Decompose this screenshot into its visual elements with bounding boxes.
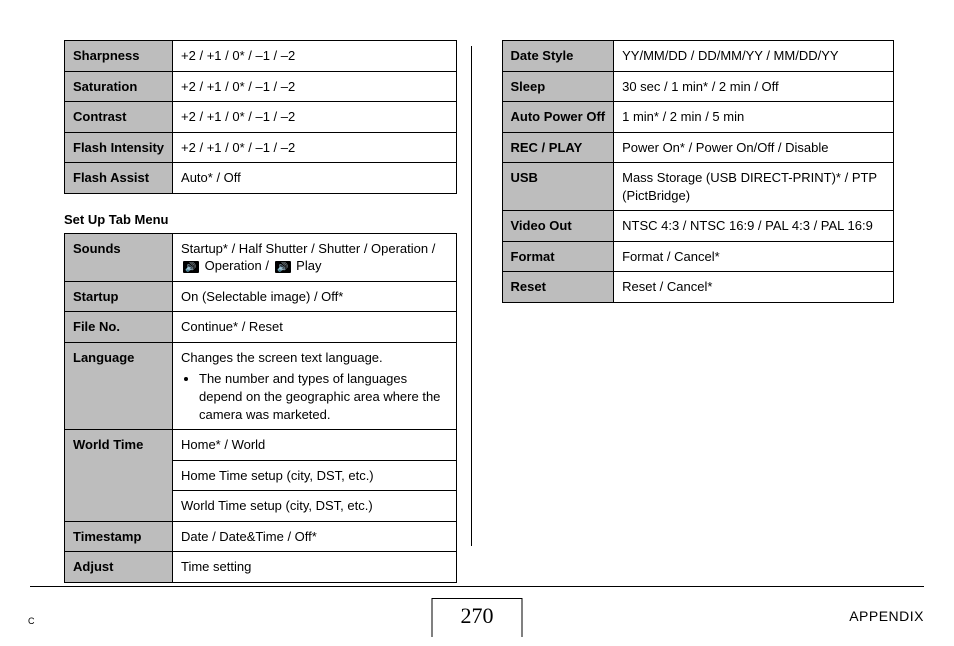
table-row: Contrast +2 / +1 / 0* / –1 / –2 (65, 102, 457, 133)
table-row: Auto Power Off 1 min* / 2 min / 5 min (502, 102, 894, 133)
row-value: On (Selectable image) / Off* (173, 281, 457, 312)
row-label: Language (65, 342, 173, 429)
row-label: Sleep (502, 71, 614, 102)
row-value: Auto* / Off (173, 163, 456, 194)
left-column: Sharpness +2 / +1 / 0* / –1 / –2 Saturat… (30, 40, 471, 580)
row-value: +2 / +1 / 0* / –1 / –2 (173, 41, 456, 72)
setup-tab-table: Sounds Startup* / Half Shutter / Shutter… (64, 233, 457, 583)
row-value: World Time setup (city, DST, etc.) (173, 491, 457, 522)
table-row: World Time Home* / World (65, 430, 457, 461)
row-value: Format / Cancel* (614, 241, 894, 272)
row-label: Auto Power Off (502, 102, 614, 133)
table-row: Saturation +2 / +1 / 0* / –1 / –2 (65, 71, 457, 102)
row-label: Startup (65, 281, 173, 312)
language-note: The number and types of languages depend… (199, 370, 448, 423)
footer-mark: C (28, 616, 35, 626)
image-settings-table: Sharpness +2 / +1 / 0* / –1 / –2 Saturat… (64, 40, 457, 194)
table-row: Reset Reset / Cancel* (502, 272, 894, 303)
row-label: Saturation (65, 71, 173, 102)
row-label: Flash Assist (65, 163, 173, 194)
table-row: File No. Continue* / Reset (65, 312, 457, 343)
page-footer: C 270 APPENDIX (0, 586, 954, 646)
table-row: Date Style YY/MM/DD / DD/MM/YY / MM/DD/Y… (502, 41, 894, 72)
section-name: APPENDIX (849, 608, 924, 624)
row-label: Sharpness (65, 41, 173, 72)
row-value: Home* / World (173, 430, 457, 461)
page: Sharpness +2 / +1 / 0* / –1 / –2 Saturat… (0, 0, 954, 646)
row-label: Reset (502, 272, 614, 303)
row-label: Flash Intensity (65, 132, 173, 163)
table-row: Startup On (Selectable image) / Off* (65, 281, 457, 312)
table-row: Sharpness +2 / +1 / 0* / –1 / –2 (65, 41, 457, 72)
table-row: Language Changes the screen text languag… (65, 342, 457, 429)
row-label: Video Out (502, 211, 614, 242)
row-label: Contrast (65, 102, 173, 133)
speaker-icon: 🔊 (183, 261, 199, 273)
row-label: Adjust (65, 552, 173, 583)
row-label: REC / PLAY (502, 132, 614, 163)
row-value: Changes the screen text language. The nu… (173, 342, 457, 429)
row-value: Mass Storage (USB DIRECT-PRINT)* / PTP (… (614, 163, 894, 211)
table-row: Sounds Startup* / Half Shutter / Shutter… (65, 233, 457, 281)
row-label: Format (502, 241, 614, 272)
row-value: Reset / Cancel* (614, 272, 894, 303)
table-row: Adjust Time setting (65, 552, 457, 583)
table-row: Format Format / Cancel* (502, 241, 894, 272)
row-label: Date Style (502, 41, 614, 72)
table-row: Flash Intensity +2 / +1 / 0* / –1 / –2 (65, 132, 457, 163)
sounds-text-c: Play (293, 258, 322, 273)
language-text: Changes the screen text language. (181, 350, 383, 365)
row-value: Power On* / Power On/Off / Disable (614, 132, 894, 163)
two-column-layout: Sharpness +2 / +1 / 0* / –1 / –2 Saturat… (30, 40, 924, 580)
row-label: USB (502, 163, 614, 211)
table-row: REC / PLAY Power On* / Power On/Off / Di… (502, 132, 894, 163)
page-number: 270 (432, 598, 523, 637)
footer-rule (30, 586, 924, 587)
sounds-text-b: Operation / (201, 258, 273, 273)
row-label: Sounds (65, 233, 173, 281)
row-value: 30 sec / 1 min* / 2 min / Off (614, 71, 894, 102)
row-value: Home Time setup (city, DST, etc.) (173, 460, 457, 491)
setup-tab-title: Set Up Tab Menu (64, 212, 457, 227)
table-row: Video Out NTSC 4:3 / NTSC 16:9 / PAL 4:3… (502, 211, 894, 242)
row-value: +2 / +1 / 0* / –1 / –2 (173, 71, 456, 102)
table-row: USB Mass Storage (USB DIRECT-PRINT)* / P… (502, 163, 894, 211)
row-label: World Time (65, 430, 173, 522)
table-row: Flash Assist Auto* / Off (65, 163, 457, 194)
language-note-list: The number and types of languages depend… (181, 370, 448, 423)
row-value: +2 / +1 / 0* / –1 / –2 (173, 102, 456, 133)
right-column: Date Style YY/MM/DD / DD/MM/YY / MM/DD/Y… (472, 40, 925, 580)
speaker-icon: 🔊 (275, 261, 291, 273)
row-value: Continue* / Reset (173, 312, 457, 343)
row-value: YY/MM/DD / DD/MM/YY / MM/DD/YY (614, 41, 894, 72)
row-value: Time setting (173, 552, 457, 583)
row-value: 1 min* / 2 min / 5 min (614, 102, 894, 133)
table-row: Sleep 30 sec / 1 min* / 2 min / Off (502, 71, 894, 102)
row-value: NTSC 4:3 / NTSC 16:9 / PAL 4:3 / PAL 16:… (614, 211, 894, 242)
sounds-text-a: Startup* / Half Shutter / Shutter / Oper… (181, 241, 435, 256)
row-label: Timestamp (65, 521, 173, 552)
row-value: Startup* / Half Shutter / Shutter / Oper… (173, 233, 457, 281)
row-value: Date / Date&Time / Off* (173, 521, 457, 552)
setup-continued-table: Date Style YY/MM/DD / DD/MM/YY / MM/DD/Y… (502, 40, 895, 303)
row-label: File No. (65, 312, 173, 343)
table-row: Timestamp Date / Date&Time / Off* (65, 521, 457, 552)
row-value: +2 / +1 / 0* / –1 / –2 (173, 132, 456, 163)
